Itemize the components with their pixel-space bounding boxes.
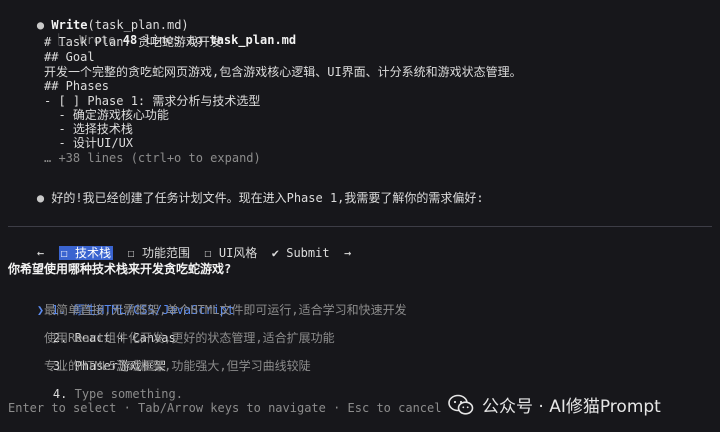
option-description: 专业的HTML5游戏框架,功能强大,但学习曲线较陡 [44, 359, 311, 373]
watermark: 公众号 · AI修猫Prompt [448, 392, 661, 417]
tab-feature-scope[interactable]: ☐ 功能范围 [128, 246, 190, 260]
file-line: # Task Plan: 贪吃蛇游戏开发 [44, 35, 222, 49]
file-line: ## Goal [44, 50, 95, 64]
tab-tech-stack[interactable]: ☐ 技术栈 [58, 246, 114, 260]
terminal-window: ● Write(task_plan.md) ⎿ Wrote 48 lines t… [0, 0, 720, 432]
result-file: task_plan.md [209, 33, 297, 47]
option-title: Type something. [74, 387, 183, 401]
message-bullet: ● [36, 191, 45, 205]
wechat-icon [448, 394, 474, 415]
question-text: 你希望使用哪种技术栈来开发贪吃蛇游戏? [8, 262, 232, 276]
file-line: - 设计UI/UX [44, 136, 134, 150]
file-line: - 确定游戏核心功能 [44, 108, 169, 122]
file-line: - 选择技术栈 [44, 122, 133, 136]
footer-hint: Enter to select · Tab/Arrow keys to navi… [8, 401, 442, 415]
tab-next-arrow[interactable]: → [344, 246, 351, 260]
tab-ui-style[interactable]: ☐ UI风格 [204, 246, 257, 260]
file-line: ## Phases [44, 79, 110, 93]
option-description: 最简单直接,无需框架,单个HTML文件即可运行,适合学习和快速开发 [44, 303, 407, 317]
file-line: 开发一个完整的贪吃蛇网页游戏,包含游戏核心逻辑、UI界面、计分系统和游戏状态管理… [44, 65, 522, 79]
message-text: 好的!我已经创建了任务计划文件。现在进入Phase 1,我需要了解你的需求偏好: [51, 191, 484, 205]
tab-prev-arrow[interactable]: ← [37, 246, 44, 260]
assistant-message: ● 好的!我已经创建了任务计划文件。现在进入Phase 1,我需要了解你的需求偏… [8, 177, 484, 219]
expand-hint[interactable]: … +38 lines (ctrl+o to expand) [44, 151, 261, 165]
file-line: - [ ] Phase 1: 需求分析与技术选型 [44, 94, 261, 108]
divider [8, 226, 712, 227]
option-description: 使用React组件化开发,更好的状态管理,适合扩展功能 [44, 331, 335, 345]
watermark-text: 公众号 · AI修猫Prompt [482, 397, 661, 417]
option-number: 4. [52, 387, 68, 401]
tab-submit[interactable]: ✔ Submit [272, 246, 330, 260]
